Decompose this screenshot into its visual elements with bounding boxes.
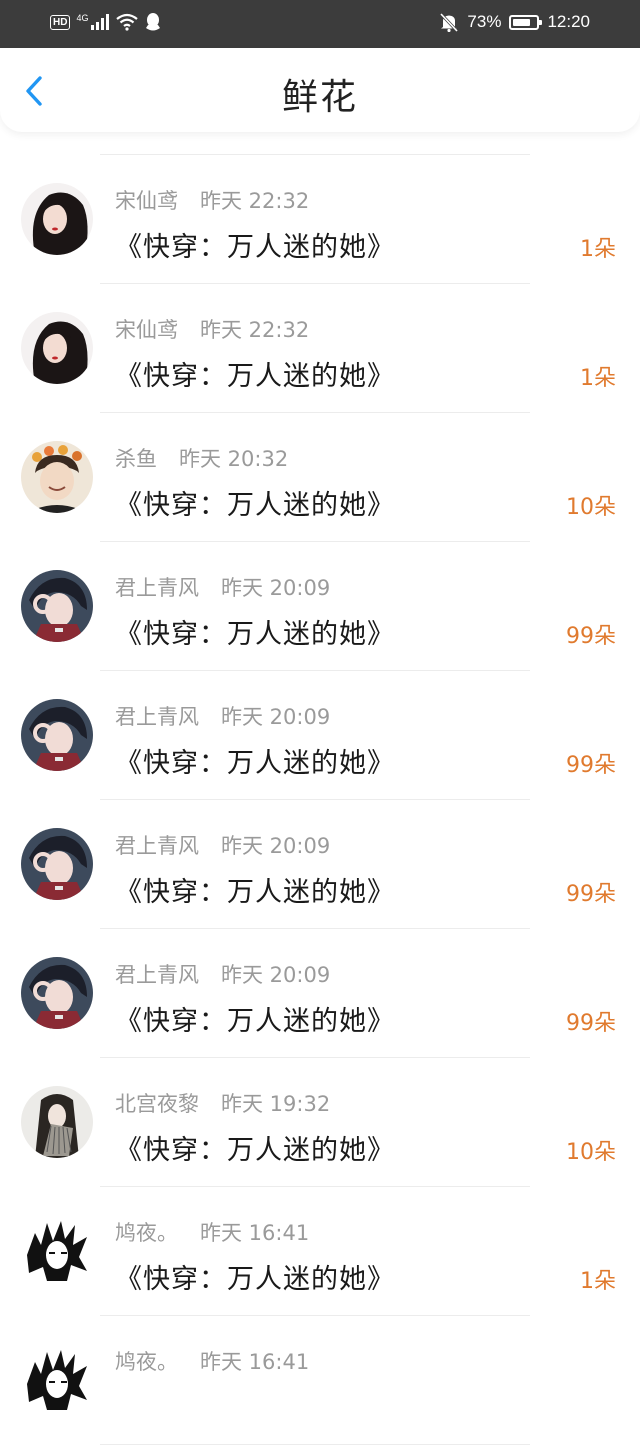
battery-percent: 73% <box>467 12 502 31</box>
flower-count: 10朵 <box>566 1140 616 1165</box>
list-item[interactable]: 君上青风 昨天 20:09 《快穿：万人迷的她》 99朵 <box>0 929 640 1057</box>
avatar-image <box>21 1215 93 1287</box>
flower-count: 1朵 <box>580 366 616 391</box>
meta-line: 鸠夜。 昨天 16:41 <box>115 1346 309 1376</box>
meta-line: 君上青风 昨天 20:09 <box>115 830 330 860</box>
avatar[interactable] <box>21 957 93 1029</box>
avatar-image <box>21 441 93 513</box>
user-name[interactable]: 君上青风 <box>115 834 199 858</box>
avatar[interactable] <box>21 699 93 771</box>
book-title[interactable]: 《快穿：万人迷的她》 <box>115 1128 395 1167</box>
wifi-icon <box>116 13 139 31</box>
avatar-image <box>21 570 93 642</box>
book-title[interactable]: 《快穿：万人迷的她》 <box>115 612 395 651</box>
meta-line: 君上青风 昨天 20:09 <box>115 701 330 731</box>
status-bar: HD 4G 73% 12:20 <box>0 0 640 48</box>
flower-count: 1朵 <box>580 1269 616 1294</box>
flower-list: 宋仙鸢 昨天 22:32 《快穿：万人迷的她》 1朵 宋仙鸢 昨天 22:32 《快… <box>0 154 640 1445</box>
list-item[interactable]: 宋仙鸢 昨天 22:32 《快穿：万人迷的她》 1朵 <box>0 155 640 283</box>
meta-line: 宋仙鸢 昨天 22:32 <box>115 314 309 344</box>
avatar[interactable] <box>21 1215 93 1287</box>
timestamp: 昨天 16:41 <box>200 1350 310 1374</box>
battery-icon <box>509 14 543 30</box>
flower-count: 10朵 <box>566 495 616 520</box>
list-item[interactable]: 杀鱼 昨天 20:32 《快穿：万人迷的她》 10朵 <box>0 413 640 541</box>
hd-badge: HD <box>50 14 71 30</box>
flower-count: 99朵 <box>566 624 616 649</box>
flower-count: 99朵 <box>566 753 616 778</box>
meta-line: 北宫夜黎 昨天 19:32 <box>115 1088 330 1118</box>
avatar[interactable] <box>21 183 93 255</box>
avatar[interactable] <box>21 1086 93 1158</box>
flower-count: 99朵 <box>566 882 616 907</box>
avatar[interactable] <box>21 312 93 384</box>
book-title[interactable]: 《快穿：万人迷的她》 <box>115 741 395 780</box>
user-name[interactable]: 鸠夜。 <box>115 1221 178 1245</box>
avatar[interactable] <box>21 828 93 900</box>
timestamp: 昨天 20:09 <box>221 834 331 858</box>
list-item[interactable]: 鸠夜。 昨天 16:41 《快穿：万人迷的她》 1朵 <box>0 1187 640 1315</box>
user-name[interactable]: 宋仙鸢 <box>115 189 178 213</box>
list-item[interactable]: 君上青风 昨天 20:09 《快穿：万人迷的她》 99朵 <box>0 542 640 670</box>
list-item[interactable]: 君上青风 昨天 20:09 《快穿：万人迷的她》 99朵 <box>0 800 640 928</box>
timestamp: 昨天 22:32 <box>200 189 310 213</box>
status-right: 73% 12:20 <box>439 12 590 32</box>
network-type: 4G <box>76 13 89 23</box>
user-name[interactable]: 君上青风 <box>115 963 199 987</box>
meta-line: 宋仙鸢 昨天 22:32 <box>115 185 309 215</box>
meta-line: 君上青风 昨天 20:09 <box>115 572 330 602</box>
page-title: 鲜花 <box>281 77 358 118</box>
user-name[interactable]: 杀鱼 <box>115 447 157 471</box>
mute-bell-icon <box>440 12 459 32</box>
book-title[interactable]: 《快穿：万人迷的她》 <box>115 225 395 264</box>
timestamp: 昨天 20:09 <box>221 963 331 987</box>
list-item[interactable]: 君上青风 昨天 20:09 《快穿：万人迷的她》 99朵 <box>0 671 640 799</box>
avatar-image <box>21 828 93 900</box>
user-name[interactable]: 宋仙鸢 <box>115 318 178 342</box>
user-name[interactable]: 北宫夜黎 <box>115 1092 199 1116</box>
list-item[interactable]: 宋仙鸢 昨天 22:32 《快穿：万人迷的她》 1朵 <box>0 284 640 412</box>
meta-line: 鸠夜。 昨天 16:41 <box>115 1217 309 1247</box>
meta-line: 杀鱼 昨天 20:32 <box>115 443 288 473</box>
timestamp: 昨天 19:32 <box>221 1092 331 1116</box>
user-name[interactable]: 君上青风 <box>115 576 199 600</box>
flower-count: 1朵 <box>580 237 616 262</box>
book-title[interactable]: 《快穿：万人迷的她》 <box>115 483 395 522</box>
avatar-image <box>21 312 93 384</box>
book-title[interactable]: 《快穿：万人迷的她》 <box>115 870 395 909</box>
qq-icon <box>146 13 161 31</box>
book-title[interactable]: 《快穿：万人迷的她》 <box>115 354 395 393</box>
timestamp: 昨天 20:09 <box>221 705 331 729</box>
user-name[interactable]: 鸠夜。 <box>115 1350 178 1374</box>
avatar-image <box>21 1344 93 1416</box>
timestamp: 昨天 16:41 <box>200 1221 310 1245</box>
avatar-image <box>21 699 93 771</box>
user-name[interactable]: 君上青风 <box>115 705 199 729</box>
timestamp: 昨天 20:09 <box>221 576 331 600</box>
timestamp: 昨天 20:32 <box>179 447 289 471</box>
clock: 12:20 <box>547 12 590 31</box>
list-item[interactable]: 北宫夜黎 昨天 19:32 《快穿：万人迷的她》 10朵 <box>0 1058 640 1186</box>
book-title[interactable]: 《快穿：万人迷的她》 <box>115 999 395 1038</box>
signal-icon <box>91 14 110 30</box>
avatar-image <box>21 957 93 1029</box>
avatar[interactable] <box>21 1344 93 1416</box>
avatar-image <box>21 183 93 255</box>
flower-count: 99朵 <box>566 1011 616 1036</box>
avatar[interactable] <box>21 570 93 642</box>
timestamp: 昨天 22:32 <box>200 318 310 342</box>
avatar-image <box>21 1086 93 1158</box>
list-item[interactable]: 鸠夜。 昨天 16:41 <box>0 1316 640 1444</box>
meta-line: 君上青风 昨天 20:09 <box>115 959 330 989</box>
status-left: HD 4G <box>50 12 162 32</box>
book-title[interactable]: 《快穿：万人迷的她》 <box>115 1257 395 1296</box>
nav-header: 鲜花 <box>0 48 640 132</box>
avatar[interactable] <box>21 441 93 513</box>
